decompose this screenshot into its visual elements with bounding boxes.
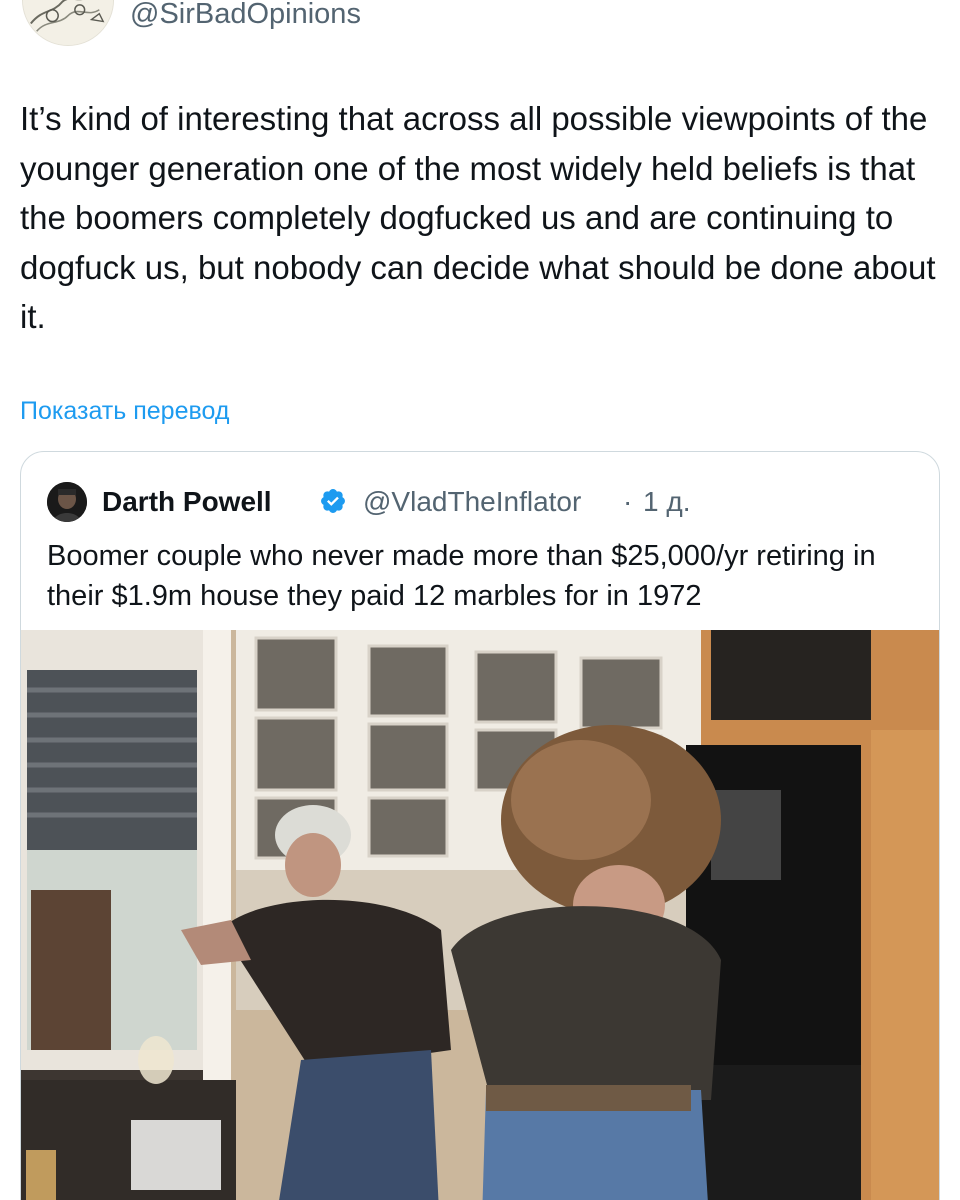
quoted-author-avatar[interactable] bbox=[47, 482, 87, 522]
quoted-author-avatar-image bbox=[47, 482, 87, 522]
author-avatar[interactable] bbox=[22, 0, 114, 46]
quoted-tweet-timestamp[interactable]: 1 д. bbox=[643, 484, 690, 520]
quoted-tweet-video[interactable] bbox=[21, 630, 939, 1200]
quoted-tweet-text: Boomer couple who never made more than $… bbox=[47, 540, 876, 612]
tweet-text: It’s kind of interesting that across all… bbox=[20, 100, 936, 335]
quoted-tweet-card[interactable]: Darth Powell @VladTheInflator · 1 д. Boo… bbox=[20, 451, 940, 1200]
author-avatar-illustration bbox=[23, 0, 113, 45]
video-frame-kitchen bbox=[21, 630, 939, 1200]
author-handle[interactable]: @SirBadOpinions bbox=[130, 0, 361, 32]
quoted-author-name[interactable]: Darth Powell bbox=[102, 484, 272, 520]
quoted-tweet-header: Darth Powell @VladTheInflator · 1 д. bbox=[47, 482, 907, 522]
header-separator: · bbox=[623, 486, 633, 517]
tweet-author-row: @SirBadOpinions bbox=[0, 0, 960, 48]
show-translation-link[interactable]: Показать перевод bbox=[20, 394, 229, 428]
verified-badge-icon bbox=[321, 489, 345, 513]
quoted-author-handle[interactable]: @VladTheInflator bbox=[363, 484, 581, 520]
